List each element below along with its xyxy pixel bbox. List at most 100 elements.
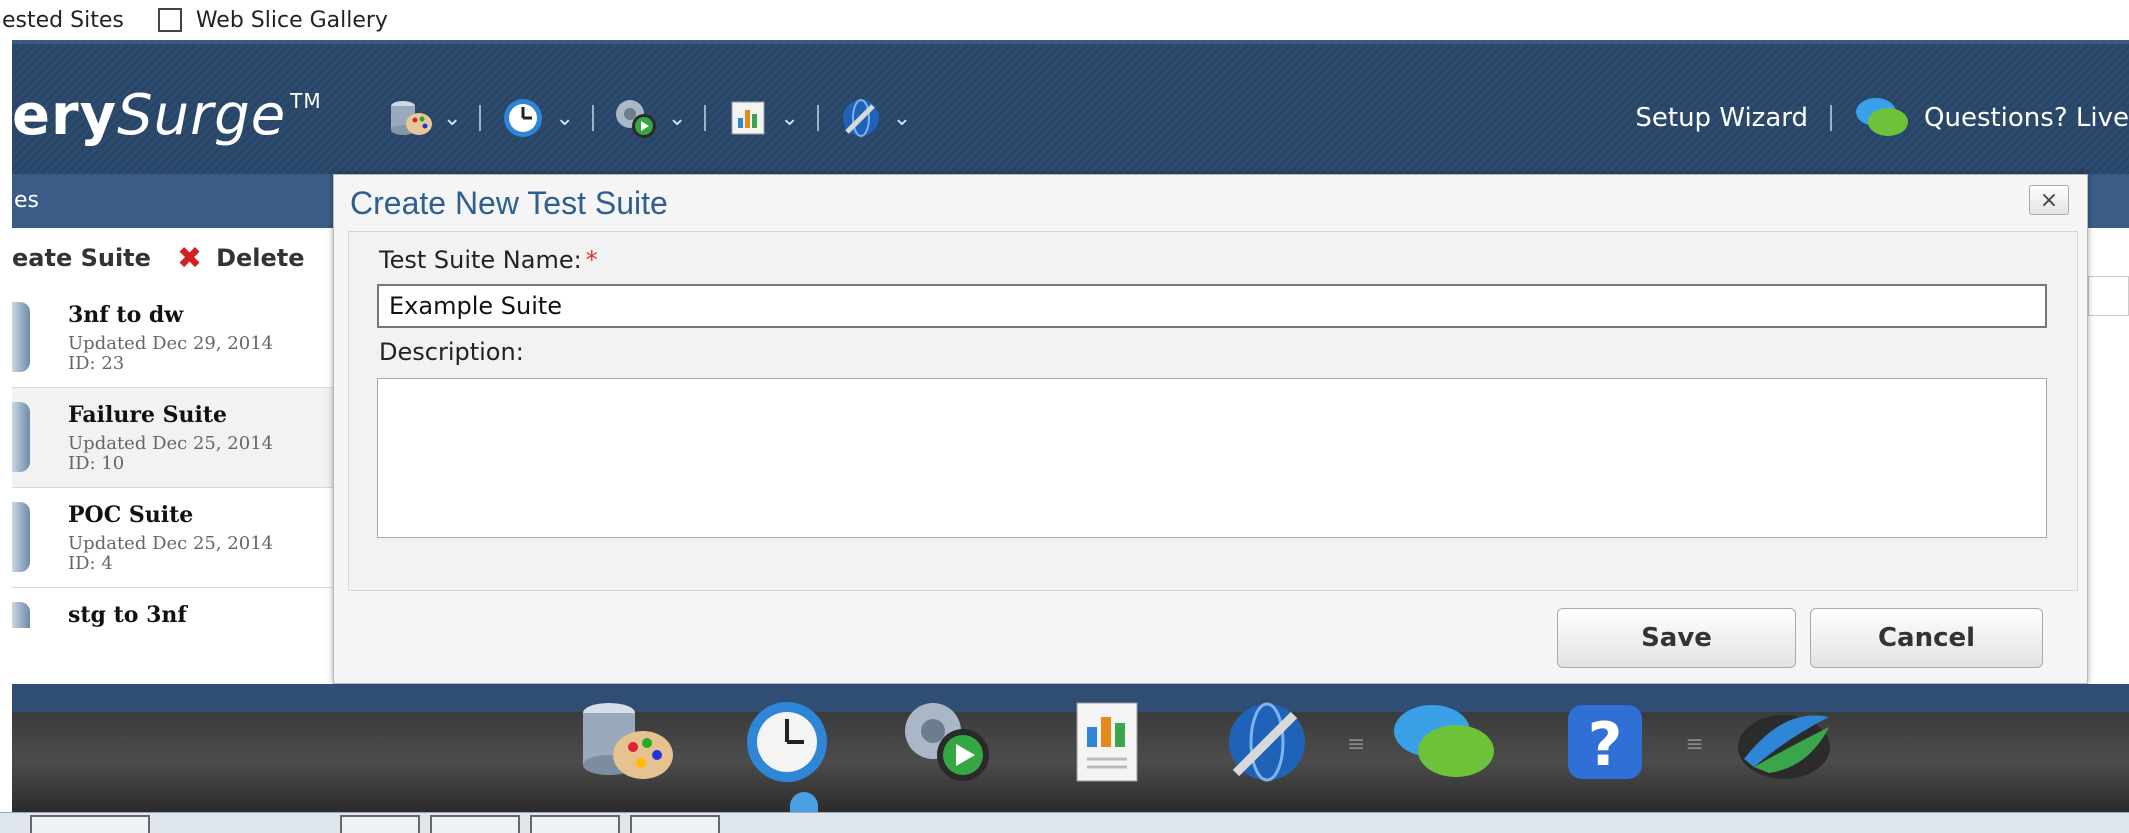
menu-reports[interactable]: ⌄ xyxy=(724,94,799,142)
suite-updated: Updated Dec 25, 2014 xyxy=(68,533,274,554)
database-palette-icon xyxy=(577,697,677,791)
header-right: Setup Wizard Questions? Live xyxy=(1635,92,2129,144)
taskbar-item[interactable] xyxy=(430,815,520,833)
clock-icon xyxy=(742,697,832,791)
suite-jar-icon xyxy=(12,602,30,628)
chevron-down-icon: ⌄ xyxy=(667,105,687,131)
chat-bubbles-icon xyxy=(1390,697,1500,791)
os-taskbar xyxy=(0,812,2129,833)
chevron-down-icon: ⌄ xyxy=(892,105,912,131)
dock-help-button[interactable]: ? xyxy=(1545,694,1665,794)
background-input-edge xyxy=(2088,276,2129,316)
list-item[interactable]: POC Suite Updated Dec 25, 2014 ID: 4 xyxy=(12,488,352,588)
dock-design-button[interactable] xyxy=(567,694,687,794)
menu-separator xyxy=(816,105,819,131)
list-item[interactable]: stg to 3nf xyxy=(12,588,352,628)
dock-schedule-button[interactable] xyxy=(727,694,847,794)
dialog-body: Test Suite Name:* Description: xyxy=(348,231,2078,591)
dock-separator: ≡ xyxy=(1685,731,1704,757)
suite-jar-icon xyxy=(12,302,30,372)
menu-administration[interactable]: ⌄ xyxy=(837,94,911,142)
required-asterisk: * xyxy=(585,246,598,274)
web-slice-icon xyxy=(157,8,182,32)
report-icon xyxy=(1067,697,1147,791)
favorite-suggested-sites[interactable]: ested Sites xyxy=(2,8,124,33)
dock-items: ≡ ? ≡ xyxy=(567,694,1884,794)
favorite-web-slice-label: Web Slice Gallery xyxy=(195,7,388,33)
dock-querysurge-button[interactable] xyxy=(1724,694,1844,794)
help-question-icon: ? xyxy=(1560,697,1650,791)
dialog-title: Create New Test Suite xyxy=(350,185,668,221)
gear-play-icon xyxy=(897,697,997,791)
suite-jar-icon xyxy=(12,402,30,472)
suite-name: stg to 3nf xyxy=(68,602,187,628)
report-icon xyxy=(724,94,772,142)
chevron-down-icon: ⌄ xyxy=(780,105,799,131)
menu-schedule[interactable]: ⌄ xyxy=(499,94,574,142)
suite-name: POC Suite xyxy=(68,502,194,528)
dock-reports-button[interactable] xyxy=(1047,694,1167,794)
close-icon: × xyxy=(2039,187,2059,213)
gear-play-icon xyxy=(612,94,660,142)
chat-bubbles-icon[interactable] xyxy=(1854,94,1910,142)
suite-name: 3nf to dw xyxy=(68,302,184,328)
description-label: Description: xyxy=(379,338,524,366)
active-dock-indicator xyxy=(790,792,818,812)
delete-x-icon: ✖ xyxy=(176,240,203,276)
favorite-suggested-sites-label: ested Sites xyxy=(2,7,124,33)
taskbar-item[interactable] xyxy=(630,815,720,833)
database-palette-icon xyxy=(387,94,435,142)
suite-updated: Updated Dec 29, 2014 xyxy=(68,333,274,354)
chevron-down-icon: ⌄ xyxy=(443,105,462,131)
menu-separator xyxy=(479,105,482,131)
brand-tm: TM xyxy=(290,89,322,113)
suite-jar-icon xyxy=(12,502,30,572)
header-separator xyxy=(1830,105,1832,131)
setup-wizard-link[interactable]: Setup Wizard xyxy=(1635,103,1808,133)
brand-logo: erySurge TM xyxy=(12,86,322,146)
taskbar-item[interactable] xyxy=(340,815,420,833)
dock-chat-button[interactable] xyxy=(1385,694,1505,794)
dock-separator: ≡ xyxy=(1347,731,1366,757)
list-item[interactable]: 3nf to dw Updated Dec 29, 2014 ID: 23 xyxy=(12,288,352,388)
suite-name: Failure Suite xyxy=(68,402,228,428)
chevron-down-icon: ⌄ xyxy=(555,105,574,131)
taskbar-item[interactable] xyxy=(530,815,620,833)
querysurge-logo-icon xyxy=(1729,697,1839,791)
questions-live-link[interactable]: Questions? Live xyxy=(1924,103,2129,133)
globe-wrench-icon xyxy=(837,94,885,142)
suite-id: ID: 10 xyxy=(68,453,125,474)
panel-title: es xyxy=(14,188,39,213)
cancel-button[interactable]: Cancel xyxy=(1810,608,2043,668)
bottom-dock: ≡ ? ≡ xyxy=(12,684,2129,812)
menu-separator xyxy=(704,105,707,131)
menu-run[interactable]: ⌄ xyxy=(612,94,686,142)
taskbar-item[interactable] xyxy=(30,815,150,833)
clock-icon xyxy=(499,94,547,142)
suite-id: ID: 23 xyxy=(68,353,125,374)
favorites-bar: ested Sites Web Slice Gallery xyxy=(0,0,2129,40)
test-suite-name-label: Test Suite Name: * xyxy=(379,246,598,274)
create-test-suite-dialog: Create New Test Suite × Test Suite Name:… xyxy=(333,174,2088,684)
save-button[interactable]: Save xyxy=(1557,608,1796,668)
suite-id: ID: 4 xyxy=(68,553,113,574)
suite-toolbar: eate Suite ✖ Delete xyxy=(12,228,352,288)
delete-button[interactable]: Delete xyxy=(216,244,304,272)
tool-menu: ⌄ ⌄ ⌄ ⌄ ⌄ xyxy=(387,90,919,146)
suite-updated: Updated Dec 25, 2014 xyxy=(68,433,274,454)
globe-wrench-icon xyxy=(1222,697,1312,791)
dock-administration-button[interactable] xyxy=(1207,694,1327,794)
favorite-web-slice-gallery[interactable]: Web Slice Gallery xyxy=(148,8,388,33)
create-suite-button[interactable]: eate Suite xyxy=(12,244,151,272)
close-button[interactable]: × xyxy=(2029,185,2069,215)
test-suite-name-label-text: Test Suite Name: xyxy=(379,246,582,274)
list-item[interactable]: Failure Suite Updated Dec 25, 2014 ID: 1… xyxy=(12,388,352,488)
dock-run-button[interactable] xyxy=(887,694,1007,794)
brand-italic: Surge xyxy=(117,83,287,148)
description-textarea[interactable] xyxy=(377,378,2047,538)
svg-text:?: ? xyxy=(1588,710,1623,780)
test-suite-name-input[interactable] xyxy=(377,284,2047,328)
app-header: erySurge TM ⌄ ⌄ ⌄ ⌄ ⌄ Setup Wizard Quest… xyxy=(12,40,2129,174)
menu-separator xyxy=(591,105,594,131)
menu-design[interactable]: ⌄ xyxy=(387,94,461,142)
